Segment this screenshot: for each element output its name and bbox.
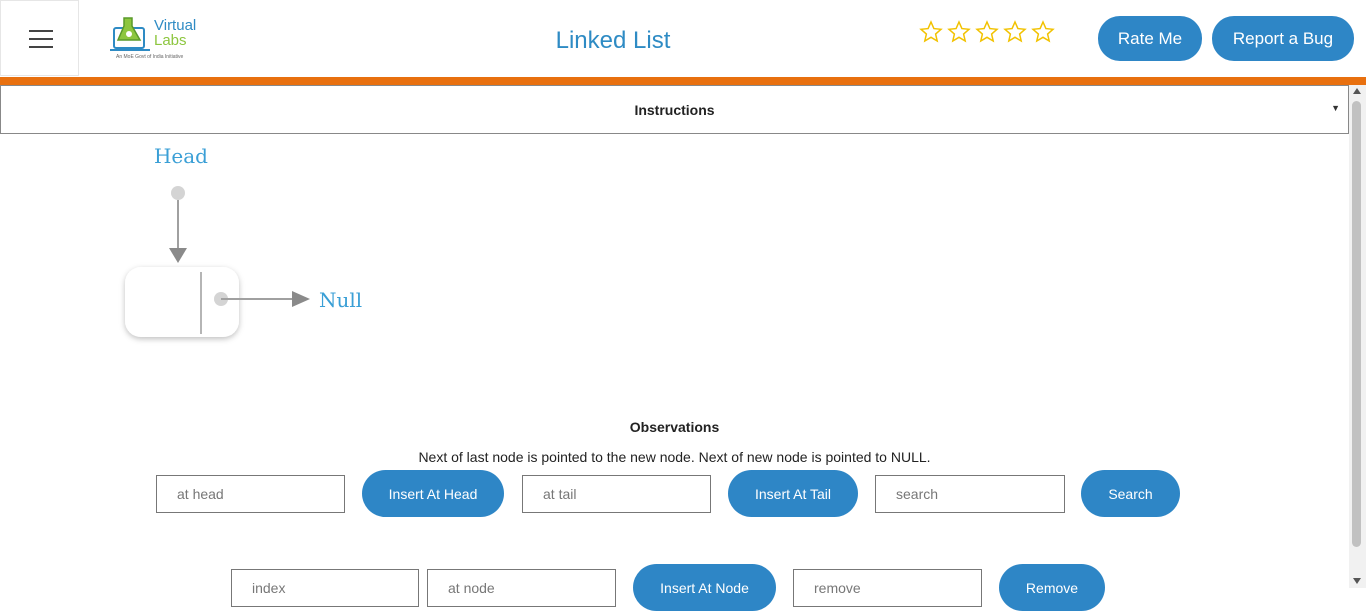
- scroll-thumb[interactable]: [1352, 101, 1361, 547]
- insert-at-tail-button[interactable]: Insert At Tail: [728, 470, 858, 517]
- scroll-down-arrow-icon[interactable]: [1353, 578, 1361, 584]
- app-header: Virtual Labs An MoE Govt of India Initia…: [0, 0, 1366, 77]
- at-tail-input[interactable]: [522, 475, 711, 513]
- head-label: Head: [154, 144, 208, 168]
- instructions-toggle[interactable]: Instructions ▼: [0, 85, 1349, 134]
- observations-title: Observations: [629, 419, 720, 435]
- scroll-up-arrow-icon[interactable]: [1353, 88, 1361, 94]
- rate-me-button[interactable]: Rate Me: [1098, 16, 1202, 61]
- virtual-labs-logo[interactable]: Virtual Labs An MoE Govt of India Initia…: [110, 12, 206, 64]
- flask-logo-icon: [110, 17, 150, 51]
- header-accent-bar: [0, 77, 1366, 85]
- star-outline-icon[interactable]: [975, 19, 999, 45]
- index-input[interactable]: [231, 569, 419, 607]
- star-rating: [919, 19, 1055, 45]
- star-outline-icon[interactable]: [919, 19, 943, 45]
- at-node-input[interactable]: [427, 569, 616, 607]
- hamburger-icon: [29, 30, 53, 32]
- star-outline-icon[interactable]: [1031, 19, 1055, 45]
- star-outline-icon[interactable]: [947, 19, 971, 45]
- report-bug-button[interactable]: Report a Bug: [1212, 16, 1354, 61]
- null-label: Null: [319, 288, 362, 312]
- head-pointer-dot: [171, 186, 185, 200]
- search-button[interactable]: Search: [1081, 470, 1180, 517]
- remove-input[interactable]: [793, 569, 982, 607]
- vertical-scrollbar[interactable]: [1349, 85, 1366, 588]
- dropdown-caret-icon: ▼: [1331, 103, 1340, 113]
- logo-text-labs: Labs: [154, 32, 187, 49]
- observations-text: Next of last node is pointed to the new …: [418, 449, 931, 465]
- menu-button[interactable]: [0, 0, 79, 76]
- next-arrow-icon: [292, 291, 310, 307]
- logo-tagline: An MoE Govt of India Initiative: [116, 54, 184, 60]
- star-outline-icon[interactable]: [1003, 19, 1027, 45]
- instructions-label: Instructions: [634, 102, 715, 118]
- at-head-input[interactable]: [156, 475, 345, 513]
- search-input[interactable]: [875, 475, 1065, 513]
- insert-at-head-button[interactable]: Insert At Head: [362, 470, 504, 517]
- page-title: Linked List: [555, 27, 671, 54]
- linked-list-diagram: Head Null: [125, 144, 362, 337]
- head-arrow-icon: [169, 248, 187, 263]
